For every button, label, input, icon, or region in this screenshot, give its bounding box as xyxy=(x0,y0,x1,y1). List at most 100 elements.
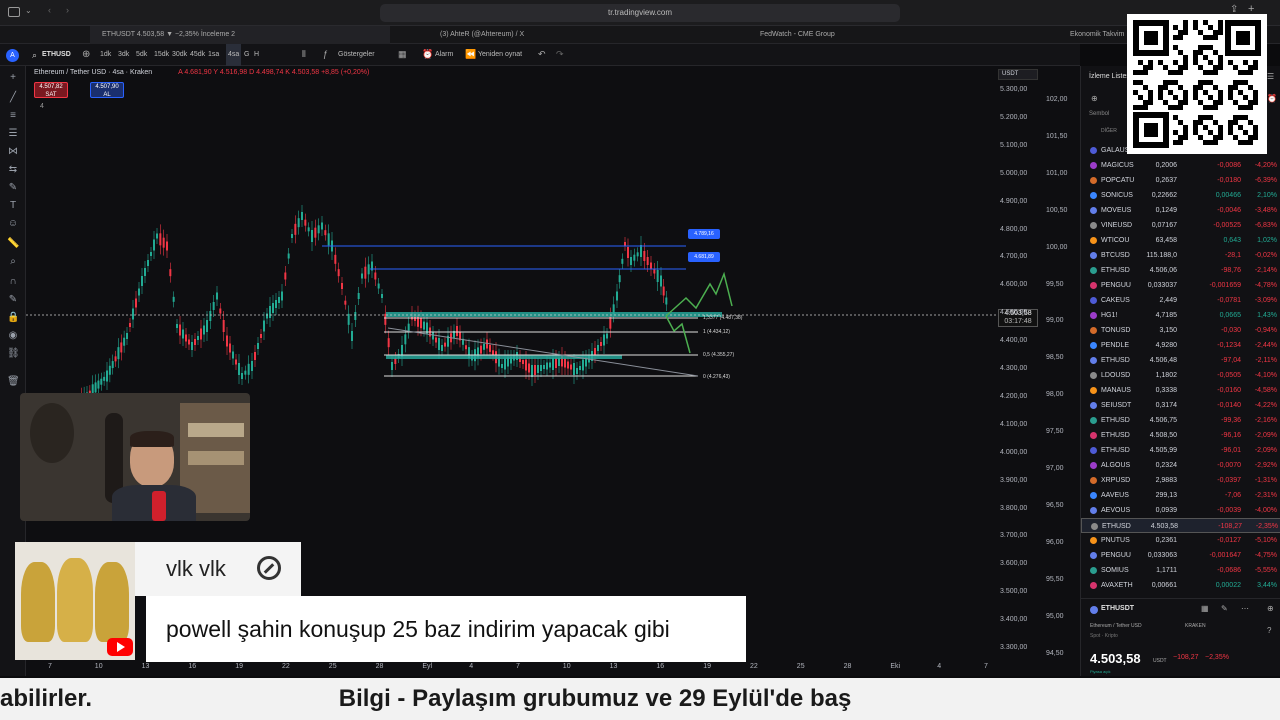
watchlist-row[interactable]: ETHUSD 4.506,75 -2,16% -99,36 xyxy=(1081,413,1280,428)
crosshair-icon[interactable]: + xyxy=(7,72,19,84)
edit-icon[interactable]: ✎ xyxy=(1221,604,1228,613)
watchlist-last: 2,9883 xyxy=(1155,477,1177,484)
trash-icon[interactable]: 🗑 xyxy=(7,376,20,388)
watchlist-row[interactable]: TONUSD 3,150 -0,94% -0,030 xyxy=(1081,323,1280,338)
lock-drawing-icon[interactable]: ✎ xyxy=(7,294,19,306)
watchlist-row[interactable]: BTCUSD 115.188,0 -0,02% -28,1 xyxy=(1081,248,1280,263)
tab-economic-calendar[interactable]: Ekonomik Takvim xyxy=(1070,26,1130,44)
watchlist-row[interactable]: MAGICUS 0,2006 -4,20% -0,0086 xyxy=(1081,158,1280,173)
watchlist-row[interactable]: PENGUU 0,033063 -4,75% -0,001647 xyxy=(1081,548,1280,563)
tab-fedwatch[interactable]: FedWatch - CME Group xyxy=(760,26,960,44)
data-window-icon[interactable]: ⊕ xyxy=(1267,604,1274,613)
watchlist-row[interactable]: PNUTUS 0,2361 -5,10% -0,0127 xyxy=(1081,533,1280,548)
time-axis[interactable]: 7 10 13 16 19 22 25 28 Eyl 4 7 10 13 16 19 22 25 28 Eki 4 7 xyxy=(26,662,1026,676)
watchlist-row[interactable]: ETHUSD 4.506,48 -2,11% -97,04 xyxy=(1081,353,1280,368)
symbol-column-header[interactable]: Sembol xyxy=(1089,111,1109,117)
watchlist-row[interactable]: WTICOU 63,458 1,02% 0,643 xyxy=(1081,233,1280,248)
magnet-icon[interactable]: ∩ xyxy=(7,276,19,288)
symbol-search[interactable]: ETHUSD xyxy=(42,44,71,66)
horizontal-lines-icon[interactable]: ≡ xyxy=(7,110,19,122)
replay-button[interactable]: Yeniden oynat xyxy=(478,44,522,66)
redo-icon[interactable]: ↷ xyxy=(556,49,564,60)
sell-button[interactable]: 4.507,82 SAT xyxy=(34,82,68,98)
watchlist-row[interactable]: POPCATU 0,2637 -6,39% -0,0180 xyxy=(1081,173,1280,188)
watchlist-row[interactable]: ALGOUS 0,2324 -2,92% -0,0070 xyxy=(1081,458,1280,473)
watchlist-row[interactable]: SEIUSDT 0,3174 -4,22% -0,0140 xyxy=(1081,398,1280,413)
emoji-icon[interactable]: ☺ xyxy=(7,218,19,230)
candle-body xyxy=(537,365,539,373)
detail-symbol[interactable]: ETHUSDT xyxy=(1101,605,1134,612)
forward-icon[interactable]: › xyxy=(66,5,69,15)
alarm-icon[interactable]: ⏰ xyxy=(422,49,433,60)
lock-icon[interactable]: 🔒 xyxy=(7,312,19,324)
interval-15dk[interactable]: 15dk xyxy=(154,44,169,66)
watchlist-row[interactable]: ETHUSD 4.503,58 -2,35% -108,27 xyxy=(1081,518,1280,533)
replay-icon[interactable]: ⏪ xyxy=(465,49,476,60)
prediction-icon[interactable]: ⇆ xyxy=(7,164,19,176)
back-icon[interactable]: ‹ xyxy=(48,5,51,15)
watchlist-icon[interactable]: ☰ xyxy=(1267,72,1274,81)
watchlist-row[interactable]: MOVEUS 0,1249 -3,48% -0,0046 xyxy=(1081,203,1280,218)
layouts-icon[interactable]: ▦ xyxy=(398,49,407,60)
interval-4sa[interactable]: 4sa xyxy=(226,44,242,66)
link-icon[interactable]: ⛓ xyxy=(7,348,20,360)
url-bar[interactable]: tr.tradingview.com xyxy=(380,4,900,22)
fib-retracement-icon[interactable]: ☰ xyxy=(7,128,19,140)
interval-G[interactable]: G xyxy=(244,44,249,66)
add-symbol-icon[interactable]: ⊕ xyxy=(82,49,90,60)
watchlist-row[interactable]: ETHUSD 4.505,99 -2,09% -96,01 xyxy=(1081,443,1280,458)
watchlist-title[interactable]: İzleme Listesi xyxy=(1089,73,1131,80)
watchlist-row[interactable]: VINEUSD 0,07167 -6,83% -0,00525 xyxy=(1081,218,1280,233)
undo-icon[interactable]: ↶ xyxy=(538,49,546,60)
tradingview-logo-icon[interactable]: A xyxy=(6,49,19,62)
eye-icon[interactable]: ◉ xyxy=(7,330,19,342)
buy-button[interactable]: 4.507,90 AL xyxy=(90,82,124,98)
interval-45dk[interactable]: 45dk xyxy=(190,44,205,66)
zoom-icon[interactable]: ⌕ xyxy=(7,256,19,268)
indicators-icon[interactable]: ƒ xyxy=(323,49,328,59)
watchlist-row[interactable]: MANAUS 0,3338 -4,58% -0,0160 xyxy=(1081,383,1280,398)
alarm-button[interactable]: Alarm xyxy=(435,44,453,66)
sidebar-toggle-icon[interactable] xyxy=(8,7,20,17)
interval-1sa[interactable]: 1sa xyxy=(208,44,219,66)
symbol-icon xyxy=(1090,342,1097,349)
interval-5dk[interactable]: 5dk xyxy=(136,44,147,66)
watchlist-row[interactable]: XRPUSD 2,9883 -1,31% -0,0397 xyxy=(1081,473,1280,488)
chevron-down-icon[interactable]: ⌄ xyxy=(25,6,32,15)
alerts-icon[interactable]: ⏰ xyxy=(1267,94,1277,103)
watchlist-row[interactable]: SOMIUS 1,1711 -5,55% -0,0686 xyxy=(1081,563,1280,578)
price-tick: 5.200,00 xyxy=(1000,113,1028,121)
pattern-icon[interactable]: ⋈ xyxy=(7,146,19,158)
watchlist-row[interactable]: HG1! 4,7185 1,43% 0,0665 xyxy=(1081,308,1280,323)
trendline-icon[interactable]: ╱ xyxy=(7,92,19,104)
watchlist-row[interactable]: ETHUSD 4.508,50 -2,09% -96,16 xyxy=(1081,428,1280,443)
search-icon[interactable]: ⌕ xyxy=(32,50,37,61)
text-icon[interactable]: T xyxy=(7,200,19,212)
chart-type-icon[interactable]: ⫴ xyxy=(302,49,306,60)
indicators-button[interactable]: Göstergeler xyxy=(338,44,375,66)
watchlist-row[interactable]: AEVOUS 0,0939 -4,00% -0,0039 xyxy=(1081,503,1280,518)
watchlist-row[interactable]: AVAXETH 0,00661 3,44% 0,00022 xyxy=(1081,578,1280,593)
grid-icon[interactable]: ▦ xyxy=(1201,604,1209,613)
watchlist-row[interactable]: LDOUSD 1,1802 -4,10% -0,0505 xyxy=(1081,368,1280,383)
group-header[interactable]: DİĞER xyxy=(1101,128,1117,134)
secondary-axis[interactable]: 102,00 101,50 101,00 100,50 100,00 99,50 99,00… xyxy=(1042,66,1078,666)
watchlist-row[interactable]: ETHUSD 4.506,06 -2,14% -98,76 xyxy=(1081,263,1280,278)
tab-tradingview[interactable]: ETHUSDT 4.503,58 ▼ −2,35% İnceleme 2 xyxy=(90,26,390,44)
interval-30dk[interactable]: 30dk xyxy=(172,44,187,66)
watchlist-row[interactable]: AAVEUS 299,13 -2,31% -7,06 xyxy=(1081,488,1280,503)
brush-icon[interactable]: ✎ xyxy=(7,182,19,194)
watchlist-row[interactable]: SONICUS 0,22662 2,10% 0,00466 xyxy=(1081,188,1280,203)
interval-1dk[interactable]: 1dk xyxy=(100,44,111,66)
price-axis[interactable]: 5.300,00 5.200,00 5.100,00 5.000,00 4.900,00… xyxy=(996,66,1041,666)
interval-H[interactable]: H xyxy=(254,44,259,66)
ruler-icon[interactable]: 📏 xyxy=(7,238,19,250)
tab-x[interactable]: (3) AhteR (@Ahtereum) / X xyxy=(440,26,740,44)
help-icon[interactable]: ? xyxy=(1267,626,1271,635)
watchlist-row[interactable]: PENDLE 4,9280 -2,44% -0,1234 xyxy=(1081,338,1280,353)
interval-3dk[interactable]: 3dk xyxy=(118,44,129,66)
watchlist-row[interactable]: PENGUU 0,033037 -4,78% -0,001659 xyxy=(1081,278,1280,293)
more-icon[interactable]: ⋯ xyxy=(1241,604,1249,613)
watchlist-row[interactable]: CAKEUS 2,449 -3,09% -0,0781 xyxy=(1081,293,1280,308)
add-icon[interactable]: ⊕ xyxy=(1091,94,1098,103)
